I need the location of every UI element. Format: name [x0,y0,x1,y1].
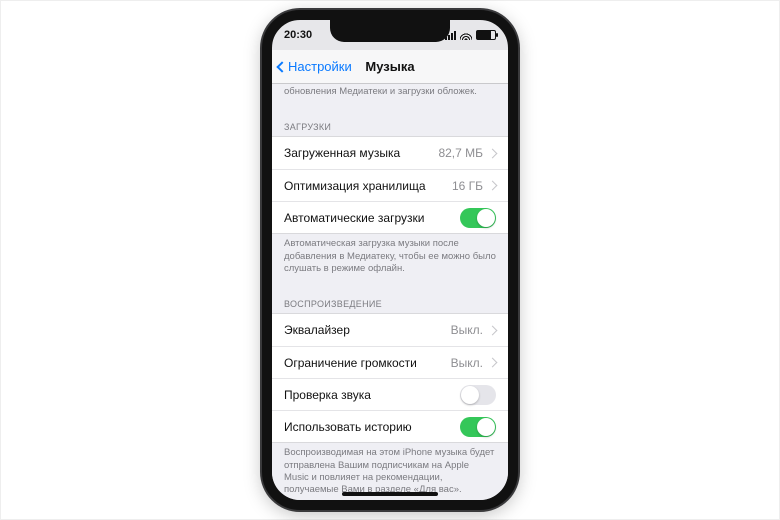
section-header-playback: ВОСПРОИЗВЕДЕНИЕ [272,283,508,313]
wifi-icon [460,30,472,40]
row-downloaded-music[interactable]: Загруженная музыка 82,7 МБ [272,137,508,169]
row-label: Ограничение громкости [284,356,417,370]
group-playback: Эквалайзер Выкл. Ограничение громкости В… [272,313,508,443]
row-optimize-storage[interactable]: Оптимизация хранилища 16 ГБ [272,169,508,201]
row-auto-downloads: Автоматические загрузки [272,201,508,233]
row-label: Эквалайзер [284,323,350,337]
row-value: Выкл. [451,323,483,337]
home-indicator[interactable] [342,492,438,496]
row-value: 82,7 МБ [438,146,483,160]
row-sound-check: Проверка звука [272,378,508,410]
chevron-right-icon [488,148,498,158]
back-button[interactable]: Настройки [272,59,352,74]
toggle-sound-check[interactable] [460,385,496,405]
row-label: Проверка звука [284,388,371,402]
canvas: 20:30 Настройки Музыка обновления Медиат… [0,0,780,520]
battery-icon [476,30,496,40]
row-use-history: Использовать историю [272,410,508,442]
chevron-right-icon [488,325,498,335]
group-downloads: Загруженная музыка 82,7 МБ Оптимизация х… [272,136,508,234]
notch [330,20,450,42]
status-right [445,30,496,40]
chevron-left-icon [276,61,287,72]
toggle-auto-downloads[interactable] [460,208,496,228]
row-equalizer[interactable]: Эквалайзер Выкл. [272,314,508,346]
row-volume-limit[interactable]: Ограничение громкости Выкл. [272,346,508,378]
settings-scroll[interactable]: обновления Медиатеки и загрузки обложек.… [272,84,508,500]
back-label: Настройки [288,59,352,74]
toggle-use-history[interactable] [460,417,496,437]
row-label: Использовать историю [284,420,412,434]
status-time: 20:30 [284,29,312,41]
row-label: Оптимизация хранилища [284,179,426,193]
row-value: Выкл. [451,356,483,370]
footer-downloads: Автоматическая загрузка музыки после доб… [272,234,508,283]
iphone-frame: 20:30 Настройки Музыка обновления Медиат… [262,10,518,510]
chevron-right-icon [488,181,498,191]
row-label: Автоматические загрузки [284,211,424,225]
section-header-downloads: ЗАГРУЗКИ [272,106,508,136]
chevron-right-icon [488,358,498,368]
row-label: Загруженная музыка [284,146,400,160]
row-value: 16 ГБ [452,179,483,193]
nav-bar: Настройки Музыка [272,50,508,84]
truncated-footer: обновления Медиатеки и загрузки обложек. [272,84,508,106]
